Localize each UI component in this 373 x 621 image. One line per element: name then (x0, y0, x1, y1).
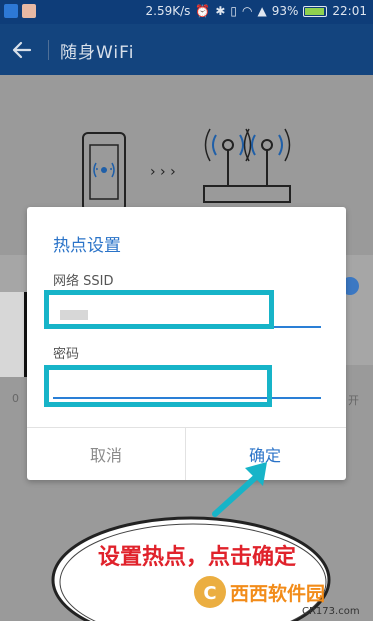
ssid-highlight-box (44, 290, 274, 329)
dialog-title: 热点设置 (53, 236, 121, 256)
alarm-icon: ⏰ (195, 4, 211, 18)
status-bar: 2.59K/s ⏰ ✱ ▯ ◠ ▲ 93% 22:01 (0, 0, 373, 24)
battery-icon (303, 5, 328, 17)
back-arrow-icon[interactable] (10, 38, 34, 62)
ssid-label: 网络 SSID (53, 274, 114, 289)
cancel-button[interactable]: 取消 (27, 428, 185, 480)
app-icon (4, 4, 18, 18)
bluetooth-icon: ✱ (215, 4, 226, 18)
network-speed: 2.59K/s (145, 4, 191, 18)
app-bar: 随身WiFi (0, 24, 373, 75)
wifi-icon: ◠ (242, 4, 253, 18)
page-title: 随身WiFi (60, 43, 135, 63)
watermark-url: CR173.com (302, 606, 360, 617)
app-icon (22, 4, 36, 18)
annotation-text: 设置热点，点击确定 (98, 545, 297, 570)
password-highlight-box (44, 365, 272, 407)
hotspot-settings-dialog: 热点设置 网络 SSID 密码 取消 确定 (27, 207, 346, 480)
watermark-logo: C 西西软件园 CR173.com (194, 576, 360, 617)
vibrate-icon: ▯ (230, 4, 238, 18)
side-handle (0, 292, 28, 377)
signal-icon: ▲ (257, 4, 267, 18)
battery-percent: 93% (271, 4, 299, 18)
row2-left-partial: 0 (12, 392, 19, 405)
row2-right-partial: 开 (348, 394, 359, 407)
svg-text:C: C (203, 583, 216, 604)
watermark-text: 西西软件园 (230, 582, 325, 605)
svg-text:› › ›: › › › (150, 164, 176, 180)
clock: 22:01 (332, 4, 367, 18)
password-label: 密码 (53, 347, 80, 362)
divider (48, 40, 49, 60)
